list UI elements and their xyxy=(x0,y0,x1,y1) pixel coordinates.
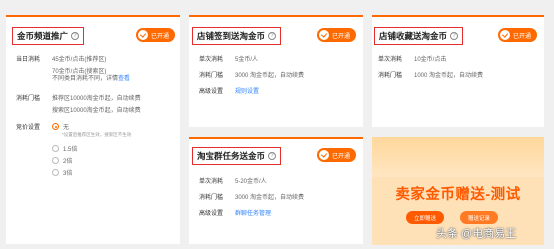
check-icon xyxy=(319,150,329,160)
row-value: 不同类目消耗不同，详情 xyxy=(52,76,119,82)
button-label: 立即赠送 xyxy=(413,215,436,222)
promo-title: 卖家金币赠送-测试 xyxy=(395,187,521,203)
cost-row: 单次消耗 10金币/点击 xyxy=(378,54,446,63)
detail-row: 不同类目消耗不同，详情 查看 xyxy=(52,73,130,82)
cost-row: 当日消耗 45金币/点击(推荐区) 70金币/点击(搜索区) xyxy=(16,54,106,75)
row-label: 消耗门槛 xyxy=(199,195,224,201)
row-value: 45金币/点击(推荐区) xyxy=(52,57,107,63)
radio-selected[interactable] xyxy=(52,123,59,130)
radio-label: 1.5倍 xyxy=(63,147,78,153)
check-icon xyxy=(500,30,510,40)
enabled-badge[interactable]: 已开通 xyxy=(317,28,357,42)
radio-label: 3倍 xyxy=(63,171,73,177)
row-value: 推荐区10000淘金币起，自动续费 xyxy=(52,96,141,102)
badge-label: 已开通 xyxy=(513,33,532,40)
bid-row: 竞价设置 xyxy=(16,122,52,131)
threshold-row: 消耗门槛 推荐区10000淘金币起，自动续费 搜索区10000淘金币起，自动续费 xyxy=(16,93,141,114)
gift-record-button[interactable]: 赠送记录 xyxy=(460,211,498,224)
help-icon[interactable]: ? xyxy=(71,32,80,40)
row-label: 高级设置 xyxy=(199,211,224,217)
badge-label: 已开通 xyxy=(332,153,351,160)
threshold-row: 消耗门槛 3000 淘金币起，自动续费 xyxy=(199,192,304,201)
row-value: 3000 淘金币起，自动续费 xyxy=(235,73,305,79)
card-title: 淘宝群任务送金币 xyxy=(197,151,266,161)
row-label: 消耗门槛 xyxy=(378,73,403,79)
card-title: 店铺签到送淘金币 xyxy=(197,31,266,41)
view-link[interactable]: 查看 xyxy=(118,73,130,82)
note-text: *设置后推荐区生效，搜索区不生效 xyxy=(62,132,132,137)
bid-note: *设置后推荐区生效，搜索区不生效 xyxy=(62,132,131,138)
card-title: 金币频道推广 xyxy=(17,31,69,41)
row-value: 5-20金币/人 xyxy=(235,179,267,185)
card-title: 店铺收藏送淘金币 xyxy=(379,31,448,41)
check-icon xyxy=(138,30,148,40)
check-icon xyxy=(319,30,329,40)
help-icon[interactable]: ? xyxy=(268,152,277,160)
promo-decoration xyxy=(372,137,544,177)
group-task-card: 淘宝群任务送金币 ? 已开通 单次消耗 5-20金币/人 消耗门槛 3000 淘… xyxy=(189,137,363,244)
badge-label: 已开通 xyxy=(151,33,170,40)
row-label: 消耗门槛 xyxy=(16,96,41,102)
radio[interactable] xyxy=(52,169,59,176)
row-label: 消耗门槛 xyxy=(199,73,224,79)
store-favorite-card: 店铺收藏送淘金币 ? 已开通 单次消耗 10金币/点击 消耗门槛 1000 淘金… xyxy=(372,15,544,127)
store-favorite-title-box: 店铺收藏送淘金币 ? xyxy=(374,27,464,45)
badge-label: 已开通 xyxy=(332,33,351,40)
enabled-badge[interactable]: 已开通 xyxy=(136,28,176,42)
bid-option-2[interactable]: 2倍 xyxy=(52,156,72,165)
radio[interactable] xyxy=(52,145,59,152)
watermark: 头条 @电商易王 xyxy=(436,228,517,240)
threshold-row: 消耗门槛 3000 淘金币起，自动续费 xyxy=(199,70,304,79)
row-value: 1000 淘金币起，自动续费 xyxy=(414,73,484,79)
cost-row: 单次消耗 5金币/人 xyxy=(199,54,258,63)
row-value: 搜索区10000淘金币起，自动续费 xyxy=(52,108,141,114)
row-label: 竞价设置 xyxy=(16,125,41,131)
bid-option-none[interactable]: 无 xyxy=(52,122,69,131)
bid-option-1-5[interactable]: 1.5倍 xyxy=(52,144,77,153)
button-label: 赠送记录 xyxy=(467,215,490,222)
row-label: 单次消耗 xyxy=(378,57,403,63)
row-value: 5金币/人 xyxy=(235,57,259,63)
group-task-manage-link[interactable]: 群聊任务管理 xyxy=(235,208,271,217)
enabled-badge[interactable]: 已开通 xyxy=(498,28,538,42)
row-value: 3000 淘金币起，自动续费 xyxy=(235,195,305,201)
threshold-row: 消耗门槛 1000 淘金币起，自动续费 xyxy=(378,70,483,79)
help-icon[interactable]: ? xyxy=(450,32,459,40)
radio-label: 无 xyxy=(63,125,70,131)
row-label: 单次消耗 xyxy=(199,57,224,63)
store-checkin-title-box: 店铺签到送淘金币 ? xyxy=(192,27,282,45)
row-label: 单次消耗 xyxy=(199,179,224,185)
store-checkin-card: 店铺签到送淘金币 ? 已开通 单次消耗 5金币/人 消耗门槛 3000 淘金币起… xyxy=(189,15,363,127)
advanced-row: 高级设置 群聊任务管理 xyxy=(199,208,271,217)
radio[interactable] xyxy=(52,157,59,164)
row-label: 高级设置 xyxy=(199,89,224,95)
row-value: 10金币/点击 xyxy=(414,57,447,63)
radio-label: 2倍 xyxy=(63,159,73,165)
row-label: 当日消耗 xyxy=(16,57,41,63)
cost-row: 单次消耗 5-20金币/人 xyxy=(199,176,267,185)
group-task-title-box: 淘宝群任务送金币 ? xyxy=(192,147,282,165)
help-icon[interactable]: ? xyxy=(268,32,277,40)
gift-now-button[interactable]: 立即赠送 xyxy=(406,211,444,224)
coin-channel-card: 金币频道推广 ? 已开通 当日消耗 45金币/点击(推荐区) 70金币/点击(搜… xyxy=(6,15,180,244)
enabled-badge[interactable]: 已开通 xyxy=(317,148,357,162)
bid-option-3[interactable]: 3倍 xyxy=(52,168,72,177)
advanced-row: 高级设置 规则设置 xyxy=(199,86,259,95)
coin-channel-title-box: 金币频道推广 ? xyxy=(12,27,85,45)
rule-settings-link[interactable]: 规则设置 xyxy=(235,86,259,95)
